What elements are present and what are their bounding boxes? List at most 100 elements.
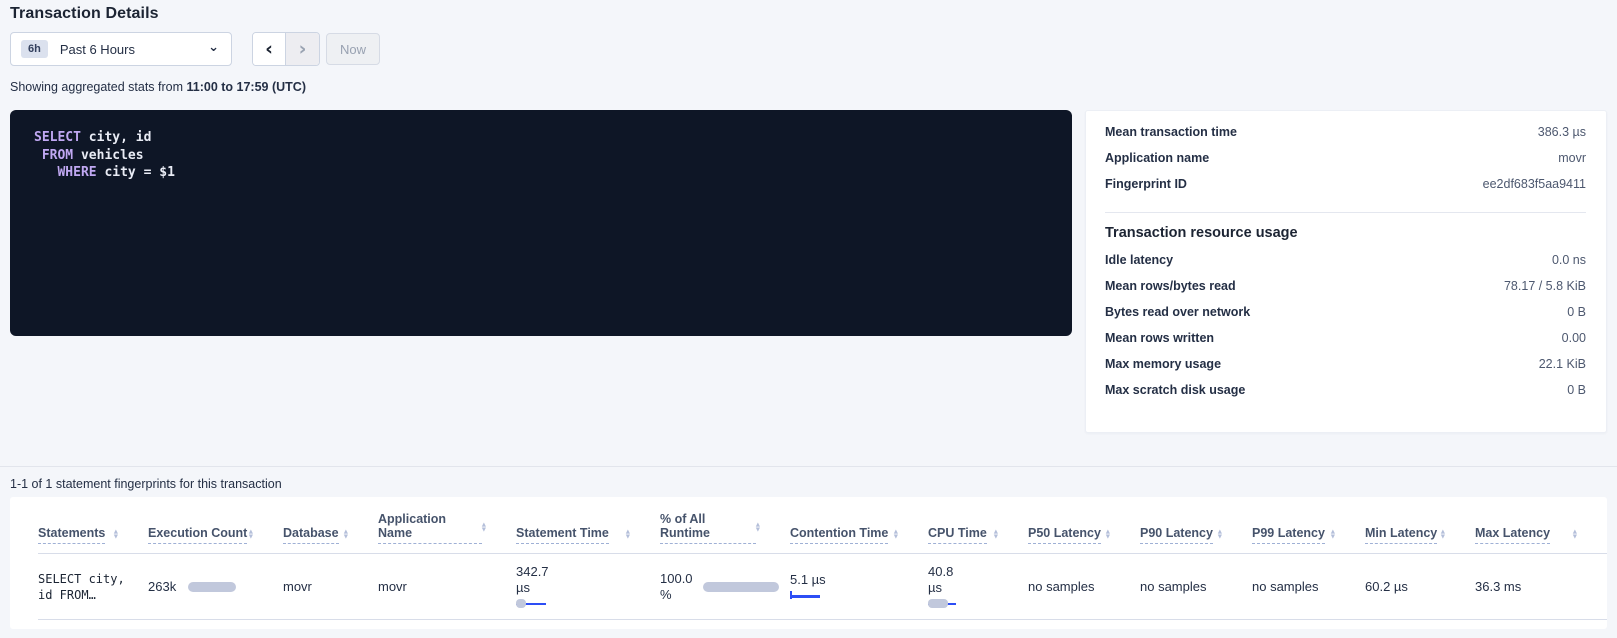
column-header-label[interactable]: P90 Latency (1140, 526, 1213, 544)
cpu-time-value: 40.8 (928, 564, 1028, 580)
sort-icon[interactable]: ▲▼ (249, 530, 253, 540)
column-header-label[interactable]: % of All Runtime (660, 512, 756, 544)
stats-caption-prefix: Showing aggregated stats from (10, 80, 187, 94)
resource-usage-heading: Transaction resource usage (1105, 225, 1586, 241)
cpu-time-bar (928, 599, 978, 609)
statement-time-unit: µs (516, 580, 660, 596)
cell-statement: SELECT city, id FROM… (38, 571, 148, 603)
detail-label: Fingerprint ID (1105, 177, 1187, 191)
execution-count-value: 263k (148, 579, 176, 594)
detail-value: movr (1558, 151, 1586, 165)
time-range-dropdown[interactable]: 6h Past 6 Hours ⌄ (10, 32, 232, 66)
next-time-button[interactable]: › (286, 33, 319, 65)
column-header-label[interactable]: Execution Count (148, 526, 247, 544)
sql-indent (34, 165, 57, 180)
cpu-time-unit: µs (928, 580, 1028, 596)
contention-time-value: 5.1 µs (790, 572, 928, 587)
sort-icon[interactable]: ▲▼ (344, 530, 348, 540)
column-header-min-latency: Min Latency ▲▼ (1365, 526, 1475, 544)
detail-label: Max memory usage (1105, 357, 1221, 371)
column-header-label[interactable]: P99 Latency (1252, 526, 1325, 544)
column-header-p50-latency: P50 Latency ▲▼ (1028, 526, 1140, 544)
cell-p50-latency: no samples (1028, 579, 1140, 594)
column-header-label[interactable]: CPU Time (928, 526, 987, 544)
now-button[interactable]: Now (326, 33, 380, 65)
prev-time-button[interactable]: ‹ (253, 33, 286, 65)
statements-table: Statements ▲▼ Execution Count ▲▼ Databas… (10, 497, 1607, 629)
sql-indent (34, 148, 42, 163)
aggregated-stats-caption: Showing aggregated stats from 11:00 to 1… (10, 80, 306, 94)
sort-icon[interactable]: ▲▼ (114, 530, 118, 540)
column-header-label[interactable]: Statements (38, 526, 105, 544)
runtime-pct-value: 100.0 (660, 571, 693, 587)
column-header-label[interactable]: Min Latency (1365, 526, 1437, 544)
cell-execution-count: 263k (148, 579, 283, 594)
column-header-database: Database ▲▼ (283, 526, 378, 544)
detail-label: Max scratch disk usage (1105, 383, 1245, 397)
column-header-label[interactable]: Contention Time (790, 526, 888, 544)
cell-p99-latency: no samples (1252, 579, 1365, 594)
sort-icon[interactable]: ▲▼ (756, 523, 760, 533)
statement-time-bar (516, 599, 566, 609)
sql-keyword: WHERE (57, 165, 96, 180)
detail-value: 78.17 / 5.8 KiB (1504, 279, 1586, 293)
sql-text: vehicles (73, 148, 143, 163)
transaction-details-panel: Mean transaction time 386.3 µs Applicati… (1085, 110, 1607, 433)
chevron-left-icon: ‹ (265, 38, 273, 60)
sort-icon[interactable]: ▲▼ (1331, 530, 1335, 540)
cell-p90-latency: no samples (1140, 579, 1252, 594)
execution-count-bar (188, 582, 236, 592)
sort-icon[interactable]: ▲▼ (1106, 530, 1110, 540)
runtime-pct-unit: % (660, 587, 693, 603)
column-header-label[interactable]: Statement Time (516, 526, 609, 544)
detail-value: 0.0 ns (1552, 253, 1586, 267)
time-nav-group: ‹ › (252, 32, 320, 66)
cell-runtime-pct: 100.0 % (660, 571, 790, 602)
column-header-p90-latency: P90 Latency ▲▼ (1140, 526, 1252, 544)
sort-icon[interactable]: ▲▼ (1441, 530, 1445, 540)
sort-icon[interactable]: ▲▼ (1218, 530, 1222, 540)
sql-statement-card: SELECT city, id FROM vehicles WHERE city… (10, 110, 1072, 336)
detail-row: Mean rows written 0.00 (1105, 331, 1586, 357)
detail-row: Mean rows/bytes read 78.17 / 5.8 KiB (1105, 279, 1586, 305)
detail-value: 0 B (1567, 305, 1586, 319)
sort-icon[interactable]: ▲▼ (894, 530, 898, 540)
page-title: Transaction Details (10, 5, 159, 23)
stats-caption-range: 11:00 to 17:59 (UTC) (187, 80, 306, 94)
detail-value: 386.3 µs (1538, 125, 1586, 139)
detail-value: 0 B (1567, 383, 1586, 397)
statement-line: id FROM… (38, 587, 148, 603)
cell-application-name: movr (378, 579, 516, 594)
detail-label: Mean rows written (1105, 331, 1214, 345)
detail-label: Application name (1105, 151, 1209, 165)
column-header-contention-time: Contention Time ▲▼ (790, 526, 928, 544)
sql-keyword: SELECT (34, 130, 81, 145)
runtime-pct-bar (703, 582, 779, 592)
cell-contention-time: 5.1 µs (790, 572, 928, 601)
detail-row: Mean transaction time 386.3 µs (1105, 125, 1586, 151)
detail-value: 0.00 (1562, 331, 1586, 345)
cell-database: movr (283, 579, 378, 594)
sort-icon[interactable]: ▲▼ (482, 523, 486, 533)
detail-label: Idle latency (1105, 253, 1173, 267)
column-header-label[interactable]: P50 Latency (1028, 526, 1101, 544)
column-header-label[interactable]: Application Name (378, 512, 482, 544)
column-header-execution-count: Execution Count ▲▼ (148, 526, 283, 544)
sort-icon[interactable]: ▲▼ (1573, 530, 1577, 540)
statement-line: SELECT city, (38, 571, 148, 587)
detail-row: Bytes read over network 0 B (1105, 305, 1586, 331)
detail-row: Max memory usage 22.1 KiB (1105, 357, 1586, 383)
detail-row: Application name movr (1105, 151, 1586, 177)
column-header-p99-latency: P99 Latency ▲▼ (1252, 526, 1365, 544)
column-header-application-name: Application Name ▲▼ (378, 512, 516, 544)
detail-label: Mean transaction time (1105, 125, 1237, 139)
column-header-label[interactable]: Database (283, 526, 339, 544)
contention-time-bar (790, 591, 840, 601)
time-range-label: Past 6 Hours (60, 42, 135, 57)
sort-icon[interactable]: ▲▼ (994, 530, 998, 540)
statement-link[interactable]: SELECT city, id FROM… (38, 571, 148, 603)
column-header-statements: Statements ▲▼ (38, 526, 148, 544)
column-header-cpu-time: CPU Time ▲▼ (928, 526, 1028, 544)
column-header-label[interactable]: Max Latency (1475, 526, 1550, 544)
sort-icon[interactable]: ▲▼ (626, 530, 630, 540)
